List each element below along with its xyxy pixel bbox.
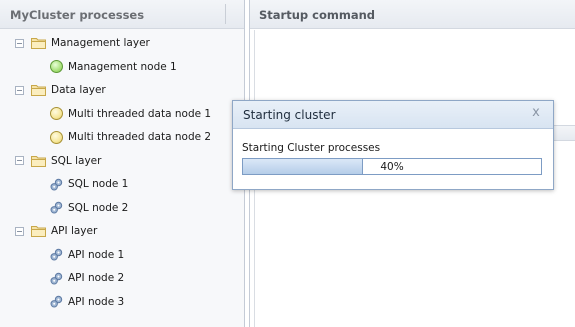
gears-icon — [50, 272, 63, 285]
progress-bar: 40% — [242, 158, 542, 175]
tree-node-label: API node 1 — [68, 248, 125, 261]
tree-node-label: SQL node 2 — [68, 201, 129, 214]
collapse-toggle-icon[interactable] — [15, 156, 24, 165]
tree-node-multi-threaded-data-node-1[interactable]: Multi threaded data node 1 — [0, 103, 240, 125]
tree-node-label: Multi threaded data node 1 — [68, 107, 212, 120]
collapse-toggle-icon[interactable] — [15, 38, 24, 48]
header-divider — [225, 4, 226, 24]
folder-open-icon — [31, 84, 47, 96]
starting-cluster-dialog: Starting cluster x Starting Cluster proc… — [232, 100, 554, 190]
tree-group-sql-layer[interactable]: SQL layer — [0, 150, 240, 172]
tree-node-label: API node 3 — [68, 295, 125, 308]
tree-group-label: Management layer — [51, 37, 150, 49]
tree-node-label: Management node 1 — [68, 60, 177, 73]
tree-node-multi-threaded-data-node-2[interactable]: Multi threaded data node 2 — [0, 126, 240, 148]
collapse-toggle-icon[interactable] — [15, 226, 24, 236]
folder-open-icon — [31, 155, 47, 167]
tree-node-sql-node-1[interactable]: SQL node 1 — [0, 173, 240, 195]
gears-icon — [50, 178, 63, 191]
tree-group-label: Data layer — [51, 84, 106, 96]
tree-node-label: Multi threaded data node 2 — [68, 131, 212, 143]
processes-panel-header: MyCluster processes — [0, 0, 244, 29]
dialog-message: Starting Cluster processes — [242, 142, 381, 154]
tree-node-api-node-3[interactable]: API node 3 — [0, 291, 240, 313]
folder-open-icon — [31, 37, 47, 49]
tree-group-management-layer[interactable]: Management layer — [0, 32, 240, 54]
yellow-status-circle-icon — [50, 107, 63, 120]
startup-command-title: Startup command — [259, 8, 375, 22]
tree-node-api-node-1[interactable]: API node 1 — [0, 244, 240, 266]
close-icon[interactable]: x — [529, 106, 543, 120]
gears-icon — [50, 295, 63, 308]
tree-group-label: API layer — [51, 225, 98, 237]
tree-node-label: SQL node 1 — [68, 178, 129, 190]
gears-icon — [50, 248, 63, 261]
tree-node-api-node-2[interactable]: API node 2 — [0, 267, 240, 289]
gears-icon — [50, 201, 63, 214]
dialog-title: Starting cluster — [243, 108, 336, 122]
dialog-header[interactable]: Starting cluster x — [233, 101, 553, 129]
tree-node-management-node-1[interactable]: Management node 1 — [0, 56, 240, 78]
tree-group-label: SQL layer — [51, 154, 102, 167]
folder-open-icon — [31, 225, 47, 237]
tree-group-api-layer[interactable]: API layer — [0, 220, 240, 242]
tree-node-label: API node 2 — [68, 272, 125, 284]
tree-group-data-layer[interactable]: Data layer — [0, 79, 240, 101]
collapse-toggle-icon[interactable] — [15, 85, 24, 95]
processes-panel-title: MyCluster processes — [10, 8, 145, 22]
green-status-circle-icon — [50, 60, 63, 73]
startup-command-header: Startup command — [250, 0, 575, 29]
tree-node-sql-node-2[interactable]: SQL node 2 — [0, 197, 240, 219]
progress-text: 40% — [380, 161, 404, 173]
processes-panel: MyCluster processes Management layer Mana… — [0, 0, 245, 327]
yellow-status-circle-icon — [50, 130, 63, 144]
